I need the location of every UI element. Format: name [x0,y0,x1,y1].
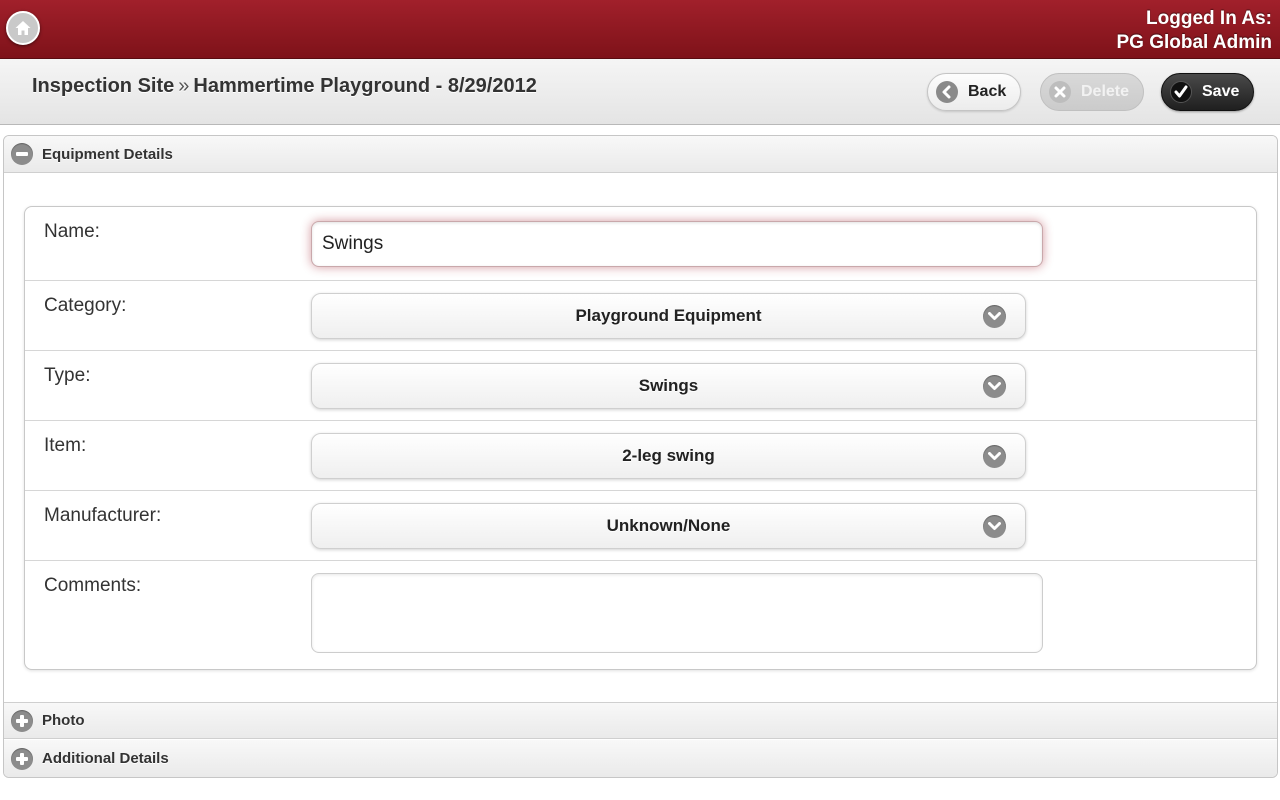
form-row-item: Item: 2-leg swing [25,421,1256,491]
login-info: Logged In As: PG Global Admin [1116,7,1272,55]
login-user: PG Global Admin [1116,32,1272,53]
breadcrumb: Inspection Site» Hammertime Playground - … [32,75,537,98]
name-label: Name: [44,221,100,242]
arrow-left-icon [936,81,958,103]
back-button[interactable]: Back [927,73,1021,111]
save-label: Save [1202,83,1240,100]
chevron-down-icon [983,305,1006,328]
form-row-category: Category: Playground Equipment [25,281,1256,351]
content-panel: Equipment Details Name: Swings Category:… [3,135,1278,778]
manufacturer-select-value: Unknown/None [606,516,731,535]
type-select[interactable]: Swings [311,363,1026,409]
section-photo-label: Photo [42,712,85,729]
section-equipment-details[interactable]: Equipment Details [4,136,1277,173]
form-row-name: Name: Swings [25,207,1256,281]
category-label: Category: [44,295,127,316]
manufacturer-label: Manufacturer: [44,505,162,526]
item-label: Item: [44,435,87,456]
type-label: Type: [44,365,91,386]
delete-label: Delete [1081,83,1130,100]
form-row-manufacturer: Manufacturer: Unknown/None [25,491,1256,561]
category-select[interactable]: Playground Equipment [311,293,1026,339]
breadcrumb-parent[interactable]: Inspection Site [32,75,174,97]
equipment-form: Name: Swings Category: Playground Equipm… [24,206,1257,670]
comments-textarea[interactable] [311,573,1043,653]
home-button[interactable] [6,11,40,45]
delete-button[interactable]: Delete [1040,73,1144,111]
top-bar: Logged In As: PG Global Admin [0,0,1280,59]
section-additional-details[interactable]: Additional Details [4,740,1277,777]
name-input-value: Swings [322,233,384,254]
form-row-type: Type: Swings [25,351,1256,421]
section-additional-details-label: Additional Details [42,750,169,767]
chevron-down-icon [983,515,1006,538]
item-select[interactable]: 2-leg swing [311,433,1026,479]
expand-icon [11,747,33,770]
check-icon [1170,81,1192,103]
manufacturer-select[interactable]: Unknown/None [311,503,1026,549]
form-row-comments: Comments: [25,561,1256,669]
page-title: Hammertime Playground - 8/29/2012 [193,75,537,97]
chevron-down-icon [983,375,1006,398]
comments-label: Comments: [44,575,142,596]
item-select-value: 2-leg swing [622,446,715,465]
delete-icon [1049,81,1071,103]
home-icon [15,21,31,35]
login-label: Logged In As: [1146,8,1272,29]
section-equipment-details-label: Equipment Details [42,145,173,163]
header-bar: Inspection Site» Hammertime Playground - … [0,59,1280,125]
back-label: Back [968,83,1007,100]
breadcrumb-separator: » [178,75,190,97]
save-button[interactable]: Save [1161,73,1254,111]
name-input[interactable]: Swings [311,221,1043,267]
category-select-value: Playground Equipment [575,306,762,325]
collapse-icon [11,143,33,165]
chevron-down-icon [983,445,1006,468]
expand-icon [11,709,33,732]
type-select-value: Swings [638,376,699,395]
section-photo[interactable]: Photo [4,702,1277,739]
